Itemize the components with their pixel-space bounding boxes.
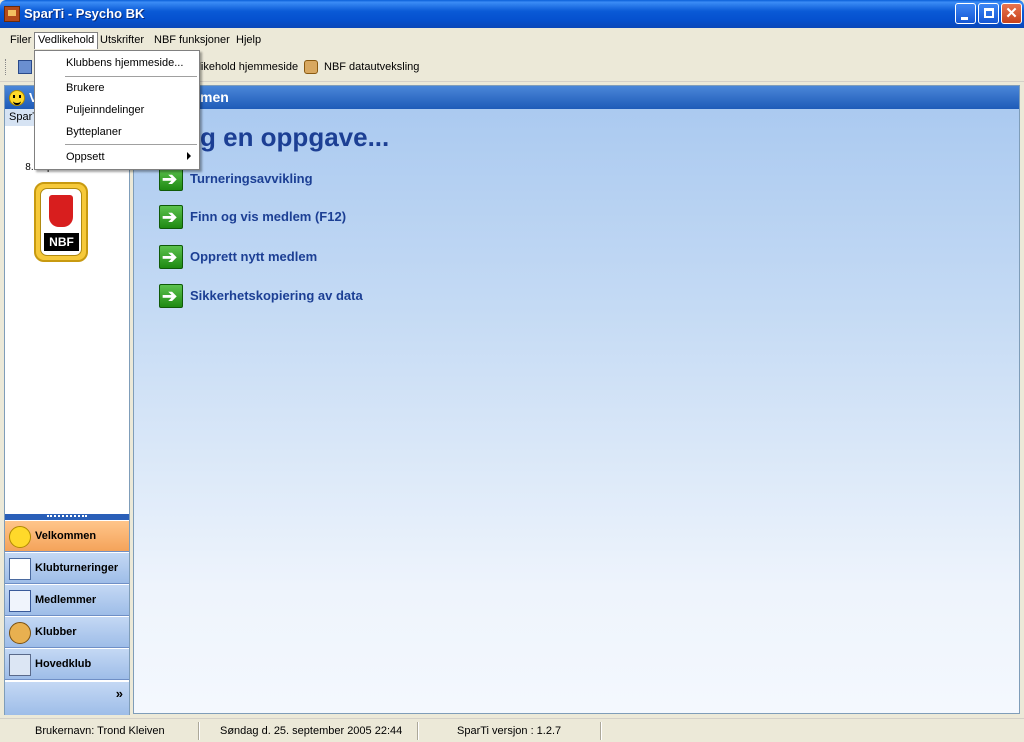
splitter-grip-icon xyxy=(47,515,87,517)
task-label[interactable]: Turneringsavvikling xyxy=(190,171,313,186)
vedlikehold-dropdown: Klubbens hjemmeside... Brukere Puljeinnd… xyxy=(34,50,200,170)
menuitem-klubbens-hjemmeside[interactable]: Klubbens hjemmeside... xyxy=(35,54,199,74)
status-bar: Brukernavn: Trond Kleiven Søndag d. 25. … xyxy=(0,718,1024,742)
chevron-right-icon: » xyxy=(115,686,123,701)
smiley-icon xyxy=(9,90,25,106)
menuitem-bytteplaner[interactable]: Bytteplaner xyxy=(35,123,199,143)
nav-klubturneringer-label: Klubturneringer xyxy=(35,562,119,574)
menu-bar: Filer Vedlikehold Utskrifter NBF funksjo… xyxy=(0,28,1024,52)
minimize-icon xyxy=(961,17,968,20)
status-separator xyxy=(198,722,200,740)
main-panel: men g en oppgave... ➔ Turneringsavviklin… xyxy=(133,85,1020,714)
green-arrow-icon: ➔ xyxy=(159,284,183,308)
toolbar-grip[interactable] xyxy=(5,59,8,75)
nav-velkommen-label: Velkommen xyxy=(35,530,97,542)
window-title: SparTi - Psycho BK xyxy=(24,6,145,21)
menu-vedlikehold[interactable]: Vedlikehold xyxy=(34,32,99,49)
nbf-logo: NBF xyxy=(34,182,88,262)
maximize-button[interactable] xyxy=(978,3,999,24)
status-separator xyxy=(600,722,602,740)
title-bar: SparTi - Psycho BK ✕ xyxy=(0,0,1024,28)
toolbar-nbf-datautveksling[interactable]: NBF datautveksling xyxy=(324,61,419,73)
people-icon xyxy=(9,622,31,644)
menu-filer[interactable]: Filer xyxy=(6,32,35,49)
task-label[interactable]: Sikkerhetskopiering av data xyxy=(190,288,363,303)
nav-klubturneringer[interactable]: Klubturneringer xyxy=(5,552,129,584)
main-panel-header: men xyxy=(134,86,1019,109)
main-panel-title: men xyxy=(200,89,229,105)
nav-klubber-label: Klubber xyxy=(35,626,77,638)
main-heading: g en oppgave... xyxy=(200,122,390,152)
menu-separator xyxy=(65,144,197,145)
menu-hjelp[interactable]: Hjelp xyxy=(232,32,265,49)
nav-klubber[interactable]: Klubber xyxy=(5,616,129,648)
toolbar-first-icon[interactable] xyxy=(18,60,32,74)
member-card-icon xyxy=(9,590,31,612)
minimize-button[interactable] xyxy=(955,3,976,24)
status-version: SparTi versjon : 1.2.7 xyxy=(457,725,562,737)
status-separator xyxy=(417,722,419,740)
nbf-logo-inner: NBF xyxy=(40,188,82,256)
task-label[interactable]: Finn og vis medlem (F12) xyxy=(190,209,346,224)
maximize-icon xyxy=(984,8,994,18)
menuitem-oppsett[interactable]: Oppsett xyxy=(35,148,199,168)
menu-separator xyxy=(65,76,197,77)
menuitem-puljeinndelinger[interactable]: Puljeinndelinger xyxy=(35,101,199,121)
menuitem-oppsett-label: Oppsett xyxy=(66,151,105,163)
nav-hovedklub-label: Hovedklub xyxy=(35,658,92,670)
status-datetime: Søndag d. 25. september 2005 22:44 xyxy=(220,725,403,737)
smiley-icon xyxy=(9,526,31,548)
nav-medlemmer-label: Medlemmer xyxy=(35,594,97,606)
status-user: Brukernavn: Trond Kleiven xyxy=(35,725,165,737)
nav-velkommen[interactable]: Velkommen xyxy=(5,520,129,552)
menu-nbf-funksjoner[interactable]: NBF funksjoner xyxy=(150,32,234,49)
close-icon: ✕ xyxy=(1005,5,1018,22)
close-button[interactable]: ✕ xyxy=(1001,3,1022,24)
nav-more-button[interactable]: » xyxy=(5,682,129,715)
nav-hovedklub[interactable]: Hovedklub xyxy=(5,648,129,680)
menu-utskrifter[interactable]: Utskrifter xyxy=(96,32,148,49)
house-icon xyxy=(9,654,31,676)
left-panel: V SparTi W 8. september 2005 NBF Velkomm… xyxy=(4,85,130,715)
king-card-icon xyxy=(49,195,73,227)
green-arrow-icon: ➔ xyxy=(159,245,183,269)
tournament-icon xyxy=(9,558,31,580)
submenu-arrow-icon xyxy=(187,152,191,160)
toolbar-vedlikehold-hjemmeside[interactable]: llikehold hjemmeside xyxy=(196,61,298,73)
green-arrow-icon: ➔ xyxy=(159,167,183,191)
nav-medlemmer[interactable]: Medlemmer xyxy=(5,584,129,616)
green-arrow-icon: ➔ xyxy=(159,205,183,229)
app-icon[interactable] xyxy=(4,6,20,22)
nbf-logo-text: NBF xyxy=(44,233,79,251)
menuitem-brukere[interactable]: Brukere xyxy=(35,79,199,99)
task-label[interactable]: Opprett nytt medlem xyxy=(190,249,317,264)
data-exchange-icon[interactable] xyxy=(304,60,318,74)
